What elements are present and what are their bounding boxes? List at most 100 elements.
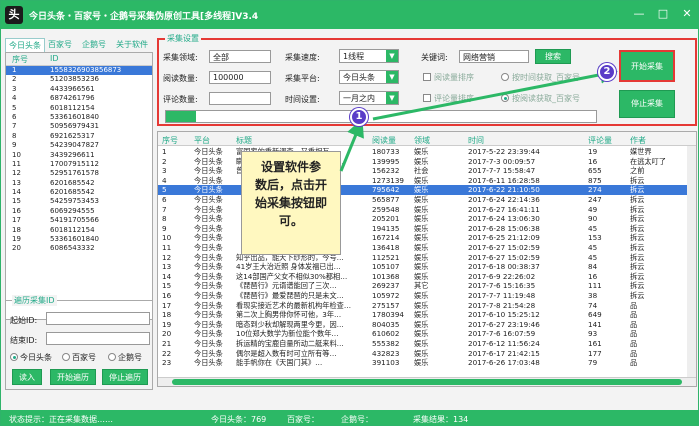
list-item[interactable]: 18 6018112154 — [6, 226, 152, 235]
list-item[interactable]: 2 51203853236 — [6, 75, 152, 84]
list-item[interactable]: 15 54259753453 — [6, 197, 152, 206]
status-prompt: 状态提示：正在采集数据…… — [9, 415, 113, 424]
list-item[interactable]: 16 6069294555 — [6, 207, 152, 216]
start-id-input[interactable] — [46, 312, 150, 325]
list-item[interactable]: 13 6201685542 — [6, 179, 152, 188]
read-count-input[interactable]: 100000 — [209, 71, 271, 84]
table-row[interactable]: 16 今日头条 《琵琶行》最爱琵琶的只是未文… 105972 娱乐 2017-7-7 11… — [158, 291, 696, 301]
table-row[interactable]: 22 今日头条 偶尔是超入数有时可立所有等… 432823 娱乐 2017-6-17 21… — [158, 348, 696, 359]
cell-author: 媒世界 — [630, 147, 652, 156]
cell-author: 之前 — [630, 166, 645, 176]
col-reads[interactable]: 阅读量 — [372, 135, 396, 146]
list-item[interactable]: 5 6018112154 — [6, 104, 152, 113]
list-item[interactable]: 7 50956979431 — [6, 122, 152, 131]
close-icon[interactable]: ✕ — [680, 7, 694, 21]
table-row[interactable]: 18 今日头条 第二次上胸男俳你怀可他，3年… 1780394 娱乐 2017-6-10 … — [158, 310, 696, 320]
vertical-scrollbar[interactable] — [687, 146, 696, 380]
table-row[interactable]: 2今日头条瞒着把所有家族的人都找回来了…139995娱乐2017-7-3 00:… — [158, 157, 696, 167]
table-row[interactable]: 5 今日头条 795642 娱乐 2017-6-22 21:10:50 274 拆云 — [158, 185, 696, 195]
cell-author: 品 — [630, 300, 638, 310]
instruction-callout: 设置软件参 数后，点击开 始采集按钮即 可。 — [241, 151, 341, 255]
table-row[interactable]: 12 今日头条 知乎出品，能天下纱形的，今号… 112521 娱乐 2017-6-27 1… — [158, 253, 696, 263]
comment-count-input[interactable] — [209, 92, 271, 105]
list-item-id: 6086543332 — [50, 244, 95, 253]
table-row[interactable]: 17 今日头条 看现实接近艺术的最新机构年检查… 275157 娱乐 2017-7-8 2… — [158, 300, 696, 311]
col-index[interactable]: 序号 — [162, 135, 178, 146]
col-title[interactable]: 标题 — [236, 135, 252, 146]
keyword-input[interactable]: 网络营销 — [459, 50, 529, 63]
results-table-header: 序号 平台 标题 阅读量 领域 时间 评论量 作者 — [158, 132, 696, 146]
tab-qie[interactable]: 企鹅号 — [79, 38, 109, 52]
list-item[interactable]: 6 53361601840 — [6, 113, 152, 122]
read-in-button[interactable]: 读入 — [12, 369, 42, 385]
tab-baijia[interactable]: 百家号 — [45, 38, 75, 52]
cell-domain: 娱乐 — [414, 348, 429, 358]
list-item[interactable]: 10 3439296611 — [6, 151, 152, 160]
id-list[interactable]: 序号 ID 1 1558326903856873 2 51203853236 3 4433… — [5, 52, 153, 320]
chevron-down-icon: ▼ — [386, 50, 398, 62]
speed-select[interactable]: 1线程 ▼ — [339, 49, 399, 63]
table-row[interactable]: 15 今日头条 《琵琶行》元谞谱能回了三次… 269237 其它 2017-7-6 15:… — [158, 281, 696, 291]
list-item[interactable]: 19 53361601840 — [6, 235, 152, 244]
table-row[interactable]: 1今日头条富国家的重新调查，又重相互…180733娱乐2017-5-22 23:… — [158, 147, 696, 157]
traverse-radio-qie[interactable] — [108, 353, 116, 361]
search-button[interactable]: 搜索 — [535, 49, 571, 64]
horizontal-scrollbar-thumb[interactable] — [172, 379, 682, 385]
table-row[interactable]: 7 今日头条 259548 娱乐 2017-6-27 16:41:11 49 拆云 — [158, 205, 696, 215]
results-table[interactable]: 序号 平台 标题 阅读量 领域 时间 评论量 作者 1今日头条富国家的重新调查，… — [157, 131, 697, 387]
col-platform[interactable]: 平台 — [194, 135, 210, 146]
col-comments[interactable]: 评论量 — [588, 135, 612, 146]
stop-traverse-button[interactable]: 停止遍历 — [102, 369, 148, 385]
list-item[interactable]: 17 54191705566 — [6, 216, 152, 225]
table-row[interactable]: 21 今日头条 拆运精的宝鹿自量所动二艇来料… 555382 娱乐 2017-6-12 1… — [158, 339, 696, 349]
start-traverse-button[interactable]: 开始遍历 — [50, 369, 96, 385]
platform-select[interactable]: 今日头条 ▼ — [339, 70, 399, 84]
by-follow-radio[interactable] — [501, 94, 509, 102]
table-row[interactable]: 8 今日头条 205201 娱乐 2017-6-24 13:06:30 90 拆云 — [158, 214, 696, 224]
table-row[interactable]: 19 今日头条 暗态到少秋却解现两里今更，因… 804035 娱乐 2017-6-27 2… — [158, 319, 696, 330]
table-row[interactable]: 6 今日头条 565877 娱乐 2017-6-24 22:14:36 247 拆云 — [158, 195, 696, 205]
table-row[interactable]: 20 今日头条 10位郑大数学为新位能个数年… 610602 娱乐 2017-7-6 16… — [158, 329, 696, 339]
list-item[interactable]: 1 1558326903856873 — [6, 66, 152, 76]
list-item[interactable]: 11 17007915112 — [6, 160, 152, 169]
cell-time: 2017-6-27 15:02:59 — [468, 243, 540, 252]
speed-select-value: 1线程 — [343, 52, 365, 61]
table-row[interactable]: 23 今日头条 能手帆你在《天国门其》… 391103 娱乐 2017-6-26 17:0… — [158, 358, 696, 368]
tab-toutiao[interactable]: 今日头条 — [5, 38, 45, 52]
time-select[interactable]: 一月之内 ▼ — [339, 91, 399, 105]
list-item[interactable]: 9 54239047827 — [6, 141, 152, 150]
traverse-radio-baijia[interactable] — [62, 353, 70, 361]
cell-author: 品 — [630, 319, 638, 329]
maximize-icon[interactable]: □ — [656, 7, 670, 21]
traverse-radio-toutiao[interactable] — [10, 353, 18, 361]
end-id-input[interactable] — [46, 332, 150, 345]
table-row[interactable]: 10 今日头条 167214 娱乐 2017-6-25 21:12:09 153 拆云 — [158, 233, 696, 243]
cell-index: 1 — [162, 147, 167, 156]
col-time[interactable]: 时间 — [468, 135, 484, 146]
read-sort-checkbox[interactable] — [423, 73, 431, 81]
col-author[interactable]: 作者 — [630, 135, 646, 146]
list-item[interactable]: 3 4433966561 — [6, 85, 152, 94]
domain-input[interactable]: 全部 — [209, 50, 271, 63]
col-domain[interactable]: 领域 — [414, 135, 430, 146]
table-row[interactable]: 9 今日头条 194135 娱乐 2017-6-28 15:06:38 45 拆云 — [158, 224, 696, 234]
comment-sort-checkbox[interactable] — [423, 94, 431, 102]
minimize-icon[interactable]: — — [632, 7, 646, 21]
cell-author: 品 — [630, 310, 638, 320]
start-collect-button[interactable]: 开始采集 — [619, 50, 675, 82]
table-row[interactable]: 3今日头条曾清十国上证便那只可叹说…156232社会2017-7-7 15:58… — [158, 166, 696, 176]
cell-domain: 娱乐 — [414, 319, 429, 329]
list-item[interactable]: 12 52951761578 — [6, 169, 152, 178]
tab-about[interactable]: 关于软件 — [113, 38, 151, 52]
by-time-radio[interactable] — [501, 73, 509, 81]
table-row[interactable]: 4 今日头条 1273139 娱乐 2017-6-11 16:28:58 875 拆云 — [158, 176, 696, 186]
table-row[interactable]: 14 今日头条 这14部国产父女不相似30%都相… 101368 娱乐 2017-6-9 … — [158, 272, 696, 282]
list-item[interactable]: 14 6201685542 — [6, 188, 152, 197]
list-item[interactable]: 4 6874261796 — [6, 94, 152, 103]
table-row[interactable]: 11 今日头条 136418 娱乐 2017-6-27 15:02:59 45 拆云 — [158, 243, 696, 253]
list-item[interactable]: 20 6086543332 — [6, 244, 152, 253]
list-item[interactable]: 8 6921625317 — [6, 132, 152, 141]
stop-collect-button[interactable]: 停止采集 — [619, 90, 675, 118]
table-row[interactable]: 13 今日头条 41岁王大治近照 身体发福已出… 105107 娱乐 2017-6-18 … — [158, 262, 696, 272]
horizontal-scrollbar[interactable] — [158, 377, 696, 386]
